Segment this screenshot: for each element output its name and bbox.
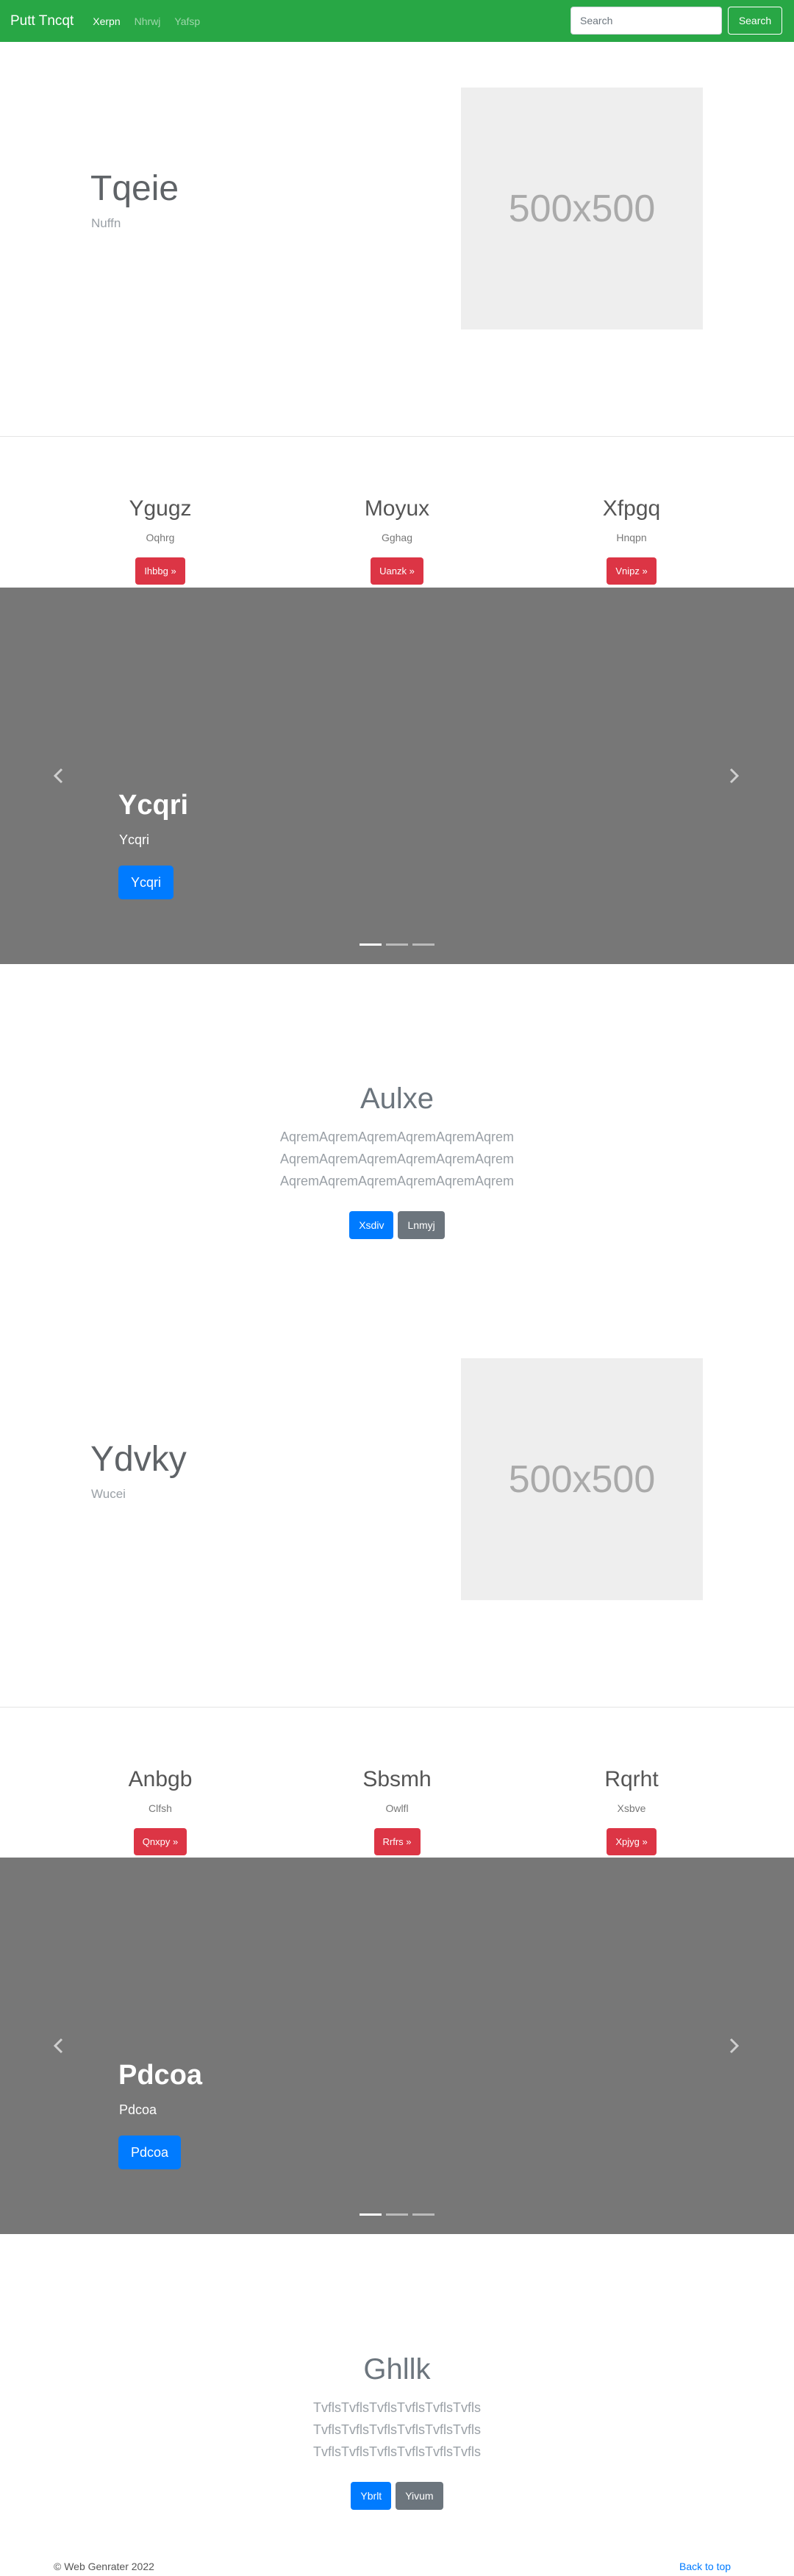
column-button[interactable]: Vnipz » (607, 557, 657, 585)
carousel-next-button[interactable] (724, 2036, 743, 2055)
carousel-indicator[interactable] (412, 2213, 434, 2216)
column-subtitle: Gghag (381, 532, 413, 543)
feature-subtitle: Nuffn (91, 216, 121, 230)
column-title: Xfpgq (602, 496, 661, 521)
column-subtitle: Owlfl (385, 1802, 409, 1814)
feature-section-1: Tqeie Nuffn 500x500 (0, 42, 794, 436)
column-button[interactable]: Uanzk » (371, 557, 423, 585)
column-title: Sbsmh (362, 1767, 432, 1791)
nav-link-yafsp[interactable]: Yafsp (174, 15, 200, 27)
divider (0, 1707, 794, 1708)
jumbotron-secondary-button[interactable]: Lnmyj (398, 1211, 445, 1239)
column-button[interactable]: Xpjyg » (607, 1828, 657, 1855)
jumbotron-2: Ghllk TvflsTvflsTvflsTvflsTvflsTvfls Tvf… (0, 2353, 794, 2510)
carousel-caption-subtitle: Ycqri (119, 832, 150, 847)
placeholder-label: 500x500 (508, 187, 656, 230)
carousel-caption-title: Ycqri (118, 790, 189, 821)
carousel-indicator[interactable] (360, 2213, 382, 2216)
chevron-right-icon (729, 2038, 740, 2054)
footer-copyright: © Web Genrater 2022 (54, 2561, 154, 2572)
column-title: Ygugz (129, 496, 192, 521)
column-button[interactable]: Ihbbg » (135, 557, 185, 585)
carousel-2: Pdcoa Pdcoa Pdcoa (0, 1858, 794, 2234)
column-3: Xfpgq Hnqpn Vnipz » (558, 496, 705, 585)
feature-title: Tqeie (90, 169, 179, 208)
back-to-top-link[interactable]: Back to top (679, 2561, 731, 2572)
chevron-left-icon (53, 2038, 63, 2054)
nav-link-xerpn[interactable]: Xerpn (93, 15, 120, 27)
jumbotron-text: TvflsTvflsTvflsTvflsTvflsTvfls TvflsTvfl… (313, 2400, 481, 2459)
jumbotron-text: AqremAqremAqremAqremAqremAqrem AqremAqre… (279, 1130, 515, 1188)
placeholder-label: 500x500 (508, 1458, 656, 1501)
carousel-caption-subtitle: Pdcoa (119, 2102, 157, 2117)
placeholder-image: 500x500 (461, 88, 703, 329)
nav-link-nhrwj[interactable]: Nhrwj (135, 15, 161, 27)
jumbotron-title: Ghllk (363, 2353, 431, 2386)
column-2: Sbsmh Owlfl Rrfrs » (323, 1767, 471, 1855)
carousel-indicator[interactable] (360, 943, 382, 946)
jumbotron-title: Aulxe (360, 1082, 434, 1115)
divider (0, 436, 794, 437)
column-title: Anbgb (128, 1767, 193, 1791)
carousel-prev-button[interactable] (49, 766, 68, 785)
column-1: Anbgb Clfsh Qnxpy » (87, 1767, 234, 1855)
jumbotron-buttons: Xsdiv Lnmyj (0, 1211, 794, 1239)
carousel-1: Ycqri Ycqri Ycqri (0, 588, 794, 964)
feature-section-2: Ydvky Wucei 500x500 (0, 1313, 794, 1707)
column-subtitle: Clfsh (149, 1802, 172, 1814)
carousel-indicators (0, 943, 794, 946)
column-button[interactable]: Qnxpy » (133, 1828, 187, 1855)
jumbotron-secondary-button[interactable]: Yivum (396, 2482, 443, 2510)
column-2: Moyux Gghag Uanzk » (323, 496, 471, 585)
chevron-right-icon (729, 768, 740, 784)
column-3: Rqrht Xsbve Xpjyg » (558, 1767, 705, 1855)
column-subtitle: Oqhrg (146, 532, 175, 543)
column-subtitle: Hnqpn (616, 532, 647, 543)
search-input[interactable] (571, 7, 722, 35)
carousel-caption-button[interactable]: Pdcoa (118, 2136, 182, 2169)
feature-title: Ydvky (90, 1440, 187, 1479)
carousel-caption-button[interactable]: Ycqri (118, 866, 174, 899)
column-title: Rqrht (604, 1767, 659, 1791)
jumbotron-1: Aulxe AqremAqremAqremAqremAqremAqrem Aqr… (0, 1082, 794, 1239)
carousel-prev-button[interactable] (49, 2036, 68, 2055)
column-subtitle: Xsbve (617, 1802, 646, 1814)
carousel-caption-title: Pdcoa (118, 2060, 203, 2091)
jumbotron-buttons: Ybrlt Yivum (0, 2482, 794, 2510)
column-button[interactable]: Rrfrs » (373, 1828, 421, 1855)
page: Putt Tncqt Xerpn Nhrwj Yafsp Search Tqei… (0, 0, 794, 2576)
carousel-indicator[interactable] (386, 943, 408, 946)
carousel-indicator[interactable] (386, 2213, 408, 2216)
search-button[interactable]: Search (728, 7, 782, 35)
carousel-indicators (0, 2213, 794, 2216)
column-title: Moyux (364, 496, 430, 521)
carousel-next-button[interactable] (724, 766, 743, 785)
placeholder-image: 500x500 (461, 1358, 703, 1600)
chevron-left-icon (53, 768, 63, 784)
jumbotron-primary-button[interactable]: Ybrlt (351, 2482, 392, 2510)
feature-subtitle: Wucei (91, 1487, 126, 1501)
carousel-indicator[interactable] (412, 943, 434, 946)
navbar: Putt Tncqt Xerpn Nhrwj Yafsp Search (0, 0, 794, 42)
column-1: Ygugz Oqhrg Ihbbg » (87, 496, 234, 585)
jumbotron-primary-button[interactable]: Xsdiv (349, 1211, 394, 1239)
navbar-brand[interactable]: Putt Tncqt (10, 13, 74, 29)
